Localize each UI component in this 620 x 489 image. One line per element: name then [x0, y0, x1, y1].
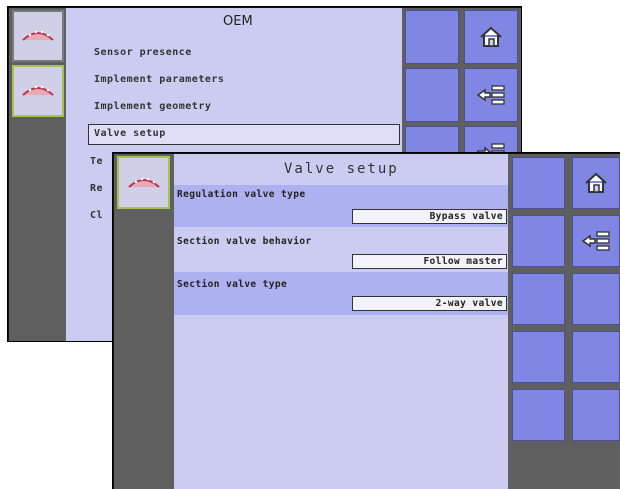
valve-tab-implement[interactable]	[117, 156, 170, 209]
valve-back-button[interactable]	[572, 215, 620, 267]
valve-side-button-7[interactable]	[512, 389, 565, 441]
field-label: Regulation valve type	[177, 189, 306, 200]
menu-item-sensor-presence[interactable]: Sensor presence	[94, 47, 192, 58]
valve-side-button-6[interactable]	[572, 331, 620, 383]
page-title: OEM	[223, 14, 253, 29]
field-section-valve-behavior[interactable]: Section valve behavior Follow master	[174, 230, 508, 272]
oem-side-button-1[interactable]	[405, 10, 459, 64]
section-valve-behavior-select[interactable]: Follow master	[352, 254, 507, 269]
oem-home-button[interactable]	[464, 10, 518, 64]
oem-side-button-2[interactable]	[405, 68, 459, 122]
oem-back-button[interactable]	[464, 68, 518, 122]
valve-side-button-1[interactable]	[512, 157, 565, 209]
menu-item-partial-cl[interactable]: Cl	[90, 210, 103, 221]
valve-side-button-8[interactable]	[572, 389, 620, 441]
field-label: Section valve behavior	[177, 236, 312, 247]
menu-item-partial-re[interactable]: Re	[90, 183, 103, 194]
home-icon	[585, 172, 607, 193]
menu-item-valve-setup[interactable]: Valve setup	[88, 124, 400, 145]
sprayer-boom-icon	[22, 30, 54, 41]
valve-setup-panel: Valve setup Regulation valve type Bypass…	[174, 154, 508, 489]
sprayer-boom-icon	[22, 85, 54, 96]
valve-setup-screen: Valve setup Regulation valve type Bypass…	[112, 152, 620, 489]
menu-item-partial-te[interactable]: Te	[90, 156, 103, 167]
valve-side-button-3[interactable]	[512, 273, 565, 325]
valve-side-button-2[interactable]	[512, 215, 565, 267]
valve-side-button-4[interactable]	[572, 273, 620, 325]
field-section-valve-type[interactable]: Section valve type 2-way valve	[174, 272, 508, 315]
field-label: Section valve type	[177, 279, 288, 290]
menu-item-implement-geometry[interactable]: Implement geometry	[94, 101, 211, 112]
oem-tab-implement-1[interactable]	[12, 10, 64, 62]
valve-side-button-5[interactable]	[512, 331, 565, 383]
sprayer-boom-icon	[127, 177, 160, 188]
oem-tab-implement-2[interactable]	[12, 65, 64, 117]
field-regulation-valve-type[interactable]: Regulation valve type Bypass valve	[174, 185, 508, 227]
home-icon	[480, 26, 502, 47]
back-list-icon	[581, 231, 610, 251]
back-list-icon	[476, 85, 505, 105]
page-title: Valve setup	[284, 161, 399, 177]
valve-home-button[interactable]	[572, 157, 620, 209]
section-valve-type-select[interactable]: 2-way valve	[352, 296, 507, 311]
regulation-valve-type-select[interactable]: Bypass valve	[352, 209, 507, 224]
menu-item-implement-parameters[interactable]: Implement parameters	[94, 74, 224, 85]
